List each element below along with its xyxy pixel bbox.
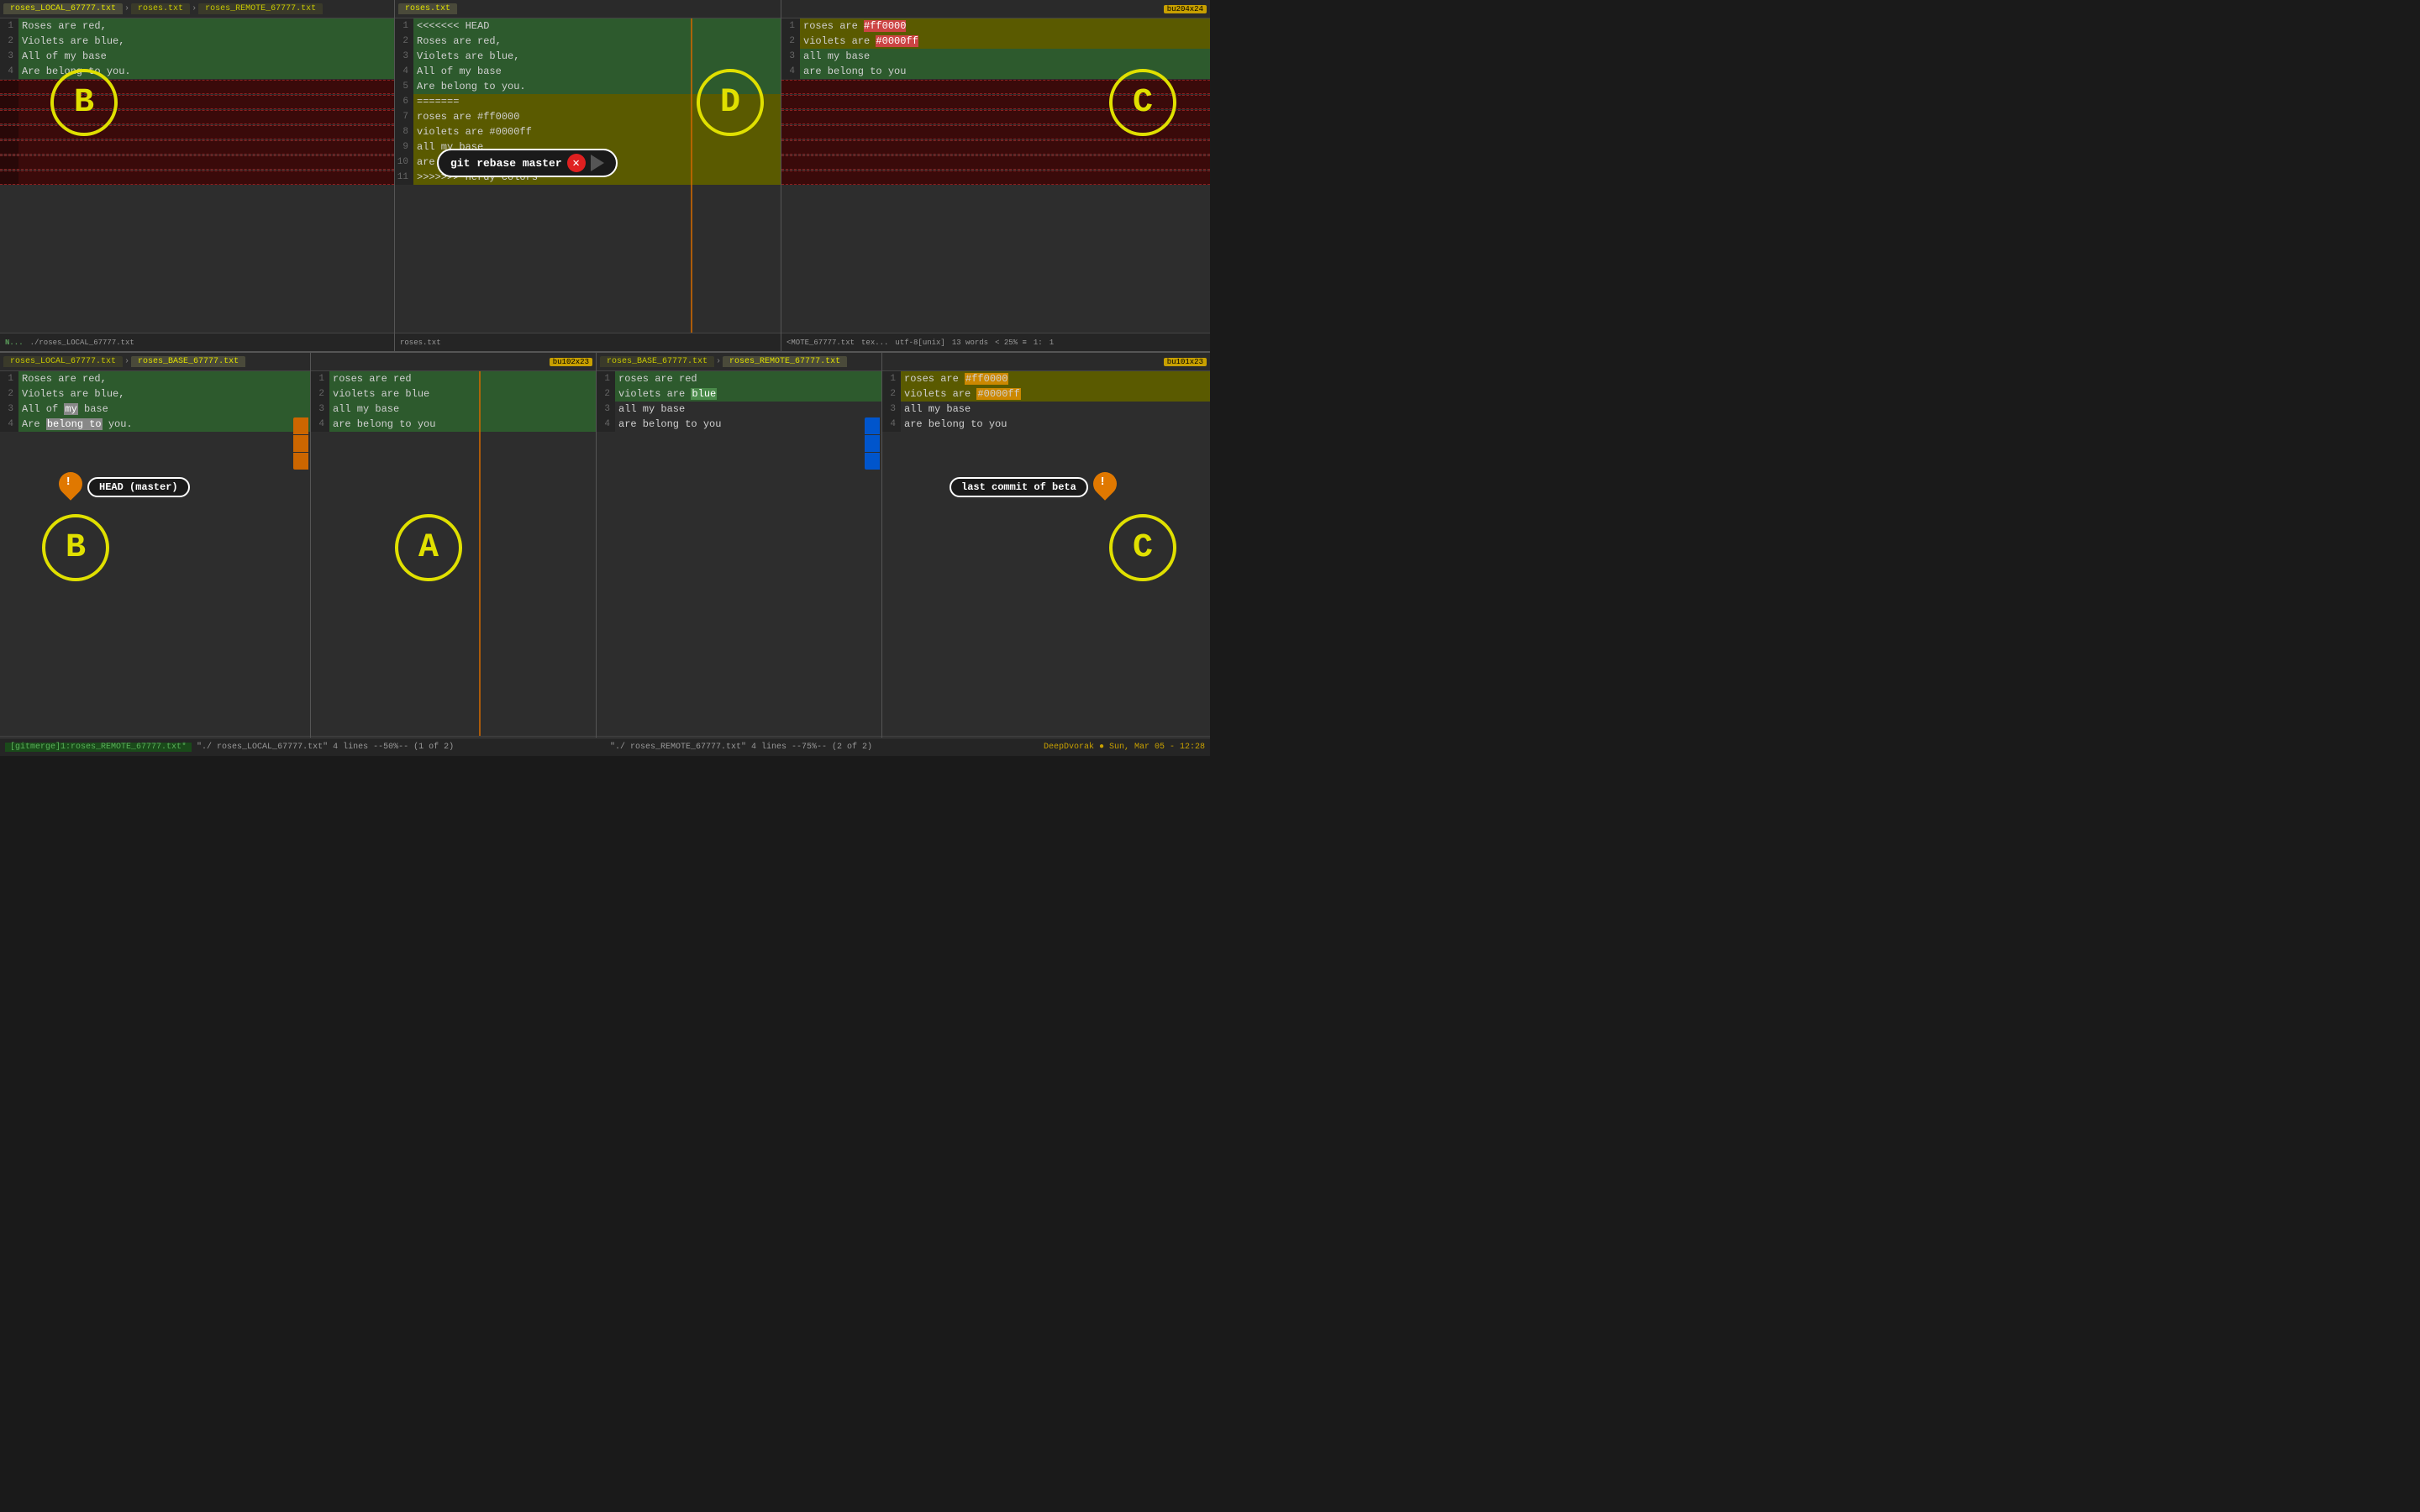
- tab-roses-remote[interactable]: roses_REMOTE_67777.txt: [198, 3, 323, 14]
- bot-pane3-content: 1 roses are red 2 violets are blue 3 all…: [597, 371, 881, 736]
- circle-A-bot: A: [395, 514, 462, 581]
- cursor-line: [691, 18, 692, 333]
- empty-line: [0, 171, 394, 185]
- code-line: 3 all my base: [597, 402, 881, 417]
- code-line: 3 Violets are blue,: [395, 49, 781, 64]
- orange-bracket: [293, 417, 310, 470]
- top-right-tabbar: bu204x24: [781, 0, 1210, 18]
- bot-pane-3: roses_BASE_67777.txt › roses_REMOTE_6777…: [597, 353, 882, 754]
- code-line: 2 violets are #0000ff: [781, 34, 1210, 49]
- circle-C-bot: C: [1109, 514, 1176, 581]
- blue-bracket: [865, 417, 881, 470]
- code-line: 2 Roses are red,: [395, 34, 781, 49]
- bot-pane2-badge: bu102x23: [550, 358, 592, 366]
- code-line: 1 roses are #ff0000: [882, 371, 1210, 386]
- deepdvorak-status: DeepDvorak ● Sun, Mar 05 - 12:28: [1044, 743, 1205, 752]
- code-line: 1 roses are red: [311, 371, 596, 386]
- code-line: 3 All of my base: [0, 402, 310, 417]
- code-line: 4 Are belong to you.: [0, 64, 394, 79]
- cancel-button[interactable]: ✕: [567, 154, 586, 172]
- cursor-line-bot: [479, 371, 481, 736]
- bot-pane-4: bu101x23 1 roses are #ff0000 2 violets a…: [882, 353, 1210, 754]
- code-line: 3 All of my base: [0, 49, 394, 64]
- head-master-pin: ! HEAD (master): [59, 472, 190, 502]
- code-line: 1 roses are red: [597, 371, 881, 386]
- git-rebase-popup[interactable]: git rebase master ✕: [437, 149, 618, 177]
- bot-pane4-tabbar: bu101x23: [882, 353, 1210, 371]
- bot-pane2-content: 1 roses are red 2 violets are blue 3 all…: [311, 371, 596, 736]
- top-mid-tabbar: roses.txt: [395, 0, 781, 18]
- tab-local-b1[interactable]: roses_LOCAL_67777.txt: [3, 356, 123, 367]
- bottom-section: roses_LOCAL_67777.txt › roses_BASE_67777…: [0, 353, 1210, 754]
- code-line: 2 violets are blue: [311, 386, 596, 402]
- code-line: 4 Are belong to you.: [0, 417, 310, 432]
- bot-pane-2: bu102x23 1 roses are red 2 violets are b…: [311, 353, 597, 754]
- gitmerge-label: [gitmerge]1:roses_REMOTE_67777.txt*: [5, 743, 192, 752]
- code-line: 1 roses are #ff0000: [781, 18, 1210, 34]
- empty-line: [0, 140, 394, 155]
- empty-line: [781, 140, 1210, 155]
- top-mid-content[interactable]: 1 <<<<<<< HEAD 2 Roses are red, 3 Violet…: [395, 18, 781, 333]
- tab-remote-b3[interactable]: roses_REMOTE_67777.txt: [723, 356, 847, 367]
- empty-line: [0, 125, 394, 139]
- circle-C-top: C: [1109, 69, 1176, 136]
- global-statusbar-left: [gitmerge]1:roses_REMOTE_67777.txt* "./ …: [0, 738, 605, 756]
- top-right-statusbar: <MOTE_67777.txt tex... utf-8[unix] 13 wo…: [781, 333, 1210, 351]
- code-line: 2 violets are blue: [597, 386, 881, 402]
- tab-base-b1[interactable]: roses_BASE_67777.txt: [131, 356, 245, 367]
- tab-roses-mid[interactable]: roses.txt: [398, 3, 457, 14]
- empty-line: [781, 155, 1210, 170]
- code-line: 4 are belong to you: [311, 417, 596, 432]
- last-commit-beta-label: last commit of beta: [950, 477, 1088, 497]
- left-status-text: "./ roses_LOCAL_67777.txt" 4 lines --50%…: [197, 743, 454, 752]
- last-commit-beta-pin: last commit of beta !: [950, 472, 1118, 502]
- circle-B-bot: B: [42, 514, 109, 581]
- circle-B-top: B: [50, 69, 118, 136]
- code-line: 2 violets are #0000ff: [882, 386, 1210, 402]
- tab-base-b3[interactable]: roses_BASE_67777.txt: [600, 356, 714, 367]
- code-line: 3 all my base: [882, 402, 1210, 417]
- bot-pane-1: roses_LOCAL_67777.txt › roses_BASE_67777…: [0, 353, 311, 754]
- bot-pane3-tabbar: roses_BASE_67777.txt › roses_REMOTE_6777…: [597, 353, 881, 371]
- tab-roses-local[interactable]: roses_LOCAL_67777.txt: [3, 3, 123, 14]
- bot-pane1-tabbar: roses_LOCAL_67777.txt › roses_BASE_67777…: [0, 353, 310, 371]
- empty-line: [781, 171, 1210, 185]
- popup-label: git rebase master: [450, 157, 562, 170]
- top-left-statusbar: N... ./roses_LOCAL_67777.txt: [0, 333, 394, 351]
- code-line: 2 Violets are blue,: [0, 386, 310, 402]
- code-line: 2 Violets are blue,: [0, 34, 394, 49]
- top-right-content: 1 roses are #ff0000 2 violets are #0000f…: [781, 18, 1210, 333]
- code-line: 3 all my base: [311, 402, 596, 417]
- code-line: 1 <<<<<<< HEAD: [395, 18, 781, 34]
- empty-line: [0, 155, 394, 170]
- bot-pane2-tabbar: bu102x23: [311, 353, 596, 371]
- code-line: 4 are belong to you: [597, 417, 881, 432]
- top-right-badge: bu204x24: [1164, 5, 1207, 13]
- tab-roses[interactable]: roses.txt: [131, 3, 190, 14]
- code-line: 1 Roses are red,: [0, 371, 310, 386]
- bot-pane1-content: 1 Roses are red, 2 Violets are blue, 3 A…: [0, 371, 310, 736]
- global-statusbar-right: "./ roses_REMOTE_67777.txt" 4 lines --75…: [605, 738, 1210, 756]
- code-line: 3 all my base: [781, 49, 1210, 64]
- top-left-content: 1 Roses are red, 2 Violets are blue, 3 A…: [0, 18, 394, 333]
- top-pane-left: roses_LOCAL_67777.txt › roses.txt › rose…: [0, 0, 395, 351]
- top-section: roses_LOCAL_67777.txt › roses.txt › rose…: [0, 0, 1210, 353]
- bot-pane4-content: 1 roses are #ff0000 2 violets are #0000f…: [882, 371, 1210, 736]
- global-statusbar: [gitmerge]1:roses_REMOTE_67777.txt* "./ …: [0, 738, 1210, 756]
- code-line: 4 are belong to you: [882, 417, 1210, 432]
- right-status-text: "./ roses_REMOTE_67777.txt" 4 lines --75…: [610, 743, 872, 752]
- top-pane-right: bu204x24 1 roses are #ff0000 2 violets a…: [781, 0, 1210, 351]
- top-left-tabbar: roses_LOCAL_67777.txt › roses.txt › rose…: [0, 0, 394, 18]
- top-mid-statusbar: roses.txt: [395, 333, 781, 351]
- bot-pane4-badge: bu101x23: [1164, 358, 1207, 366]
- circle-D-top: D: [697, 69, 764, 136]
- code-line: 1 Roses are red,: [0, 18, 394, 34]
- arrow-icon: [591, 155, 604, 171]
- head-master-label: HEAD (master): [87, 477, 190, 497]
- top-pane-mid: roses.txt 1 <<<<<<< HEAD 2 Roses are red…: [395, 0, 781, 351]
